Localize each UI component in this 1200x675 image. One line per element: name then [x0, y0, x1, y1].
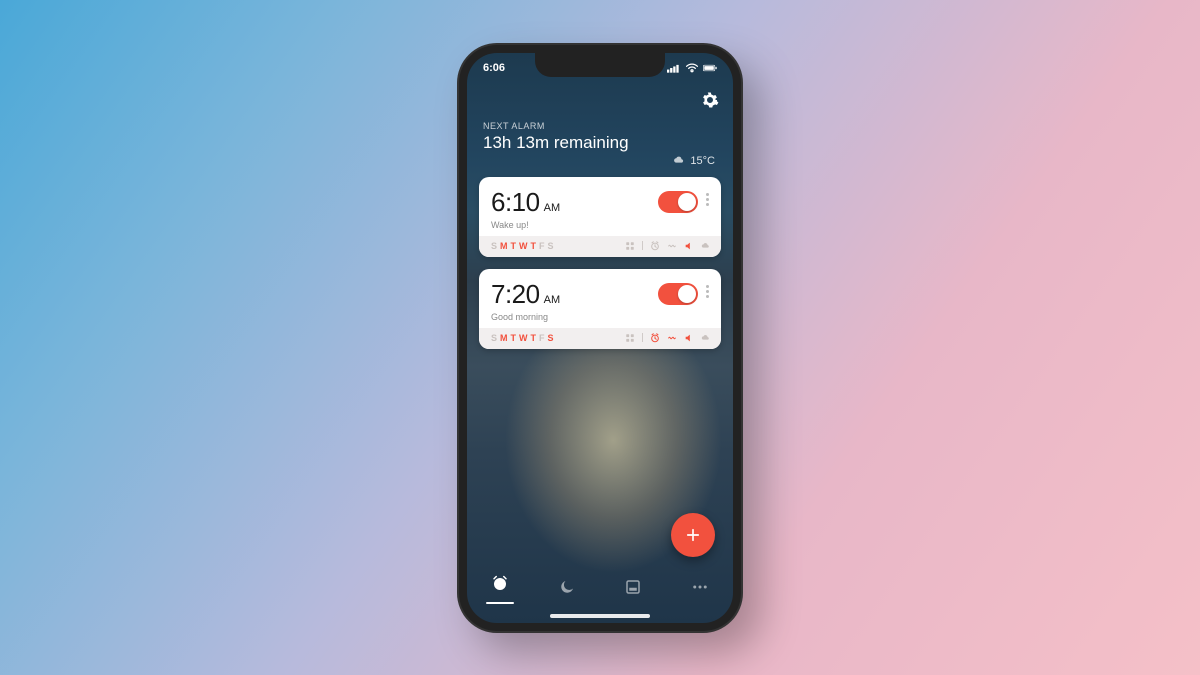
next-alarm-block: NEXT ALARM 13h 13m remaining: [483, 121, 717, 153]
day-indicator: W: [519, 241, 528, 251]
feature-icon-vibrate: [667, 241, 677, 251]
day-indicator: M: [500, 241, 508, 251]
feature-icon-grid: [625, 241, 635, 251]
feature-icon-weather: [701, 241, 711, 251]
wifi-icon: [685, 63, 699, 73]
tab-notes[interactable]: [613, 578, 653, 601]
gear-icon: [701, 91, 719, 109]
feature-icon-sound: [684, 241, 694, 251]
signal-icon: [667, 63, 681, 73]
status-time: 6:06: [483, 62, 505, 74]
toggle-knob: [678, 193, 696, 211]
tab-underline: [486, 602, 514, 604]
feature-icon-weather: [701, 333, 711, 343]
feature-row: [625, 241, 711, 251]
day-indicator: F: [539, 241, 545, 251]
weather-icon: [673, 155, 686, 168]
day-indicator: S: [491, 333, 497, 343]
day-indicator: W: [519, 333, 528, 343]
tab-more[interactable]: [680, 578, 720, 601]
alarm-label: Wake up!: [491, 220, 658, 230]
alarm-list: 6:10 AM Wake up! SMTWTFS 7:20 AM: [479, 177, 721, 349]
alarms-icon: [491, 575, 509, 598]
separator: [642, 241, 643, 250]
day-indicator: T: [511, 333, 517, 343]
day-indicator: M: [500, 333, 508, 343]
toggle-knob: [678, 285, 696, 303]
tab-alarms[interactable]: [480, 575, 520, 604]
alarm-toggle[interactable]: [658, 283, 698, 305]
alarm-options-button[interactable]: [698, 279, 715, 298]
more-icon: [691, 578, 709, 601]
add-alarm-button[interactable]: [671, 513, 715, 557]
alarm-card[interactable]: 7:20 AM Good morning SMTWTFS: [479, 269, 721, 349]
alarm-ampm: AM: [544, 202, 561, 214]
alarm-options-button[interactable]: [698, 187, 715, 206]
weather-temp: 15°C: [690, 155, 715, 167]
plus-icon: [684, 526, 702, 544]
battery-icon: [703, 63, 717, 73]
day-indicator: S: [548, 333, 554, 343]
tab-sleep[interactable]: [547, 578, 587, 601]
day-row: SMTWTFS: [491, 241, 554, 251]
alarm-toggle[interactable]: [658, 191, 698, 213]
screen: 6:06 NEXT ALARM 13h 13m remaining 15°C 6…: [467, 53, 733, 623]
feature-icon-sound: [684, 333, 694, 343]
feature-row: [625, 333, 711, 343]
alarm-time: 7:20: [491, 279, 540, 310]
day-indicator: T: [531, 241, 537, 251]
day-indicator: S: [491, 241, 497, 251]
day-indicator: F: [539, 333, 545, 343]
alarm-card[interactable]: 6:10 AM Wake up! SMTWTFS: [479, 177, 721, 257]
alarm-ampm: AM: [544, 294, 561, 306]
feature-icon-vibrate: [667, 333, 677, 343]
day-indicator: T: [531, 333, 537, 343]
phone-frame: 6:06 NEXT ALARM 13h 13m remaining 15°C 6…: [457, 43, 743, 633]
separator: [642, 333, 643, 342]
next-alarm-remaining: 13h 13m remaining: [483, 133, 717, 153]
feature-icon-snooze: [650, 241, 660, 251]
day-indicator: S: [548, 241, 554, 251]
weather-badge: 15°C: [673, 155, 715, 168]
next-alarm-label: NEXT ALARM: [483, 121, 717, 131]
notch: [535, 53, 665, 77]
day-row: SMTWTFS: [491, 333, 554, 343]
alarm-label: Good morning: [491, 312, 658, 322]
feature-icon-snooze: [650, 333, 660, 343]
home-indicator: [550, 614, 650, 618]
alarm-time: 6:10: [491, 187, 540, 218]
settings-button[interactable]: [701, 91, 719, 114]
notes-icon: [624, 578, 642, 601]
feature-icon-grid: [625, 333, 635, 343]
sleep-icon: [558, 578, 576, 601]
day-indicator: T: [511, 241, 517, 251]
